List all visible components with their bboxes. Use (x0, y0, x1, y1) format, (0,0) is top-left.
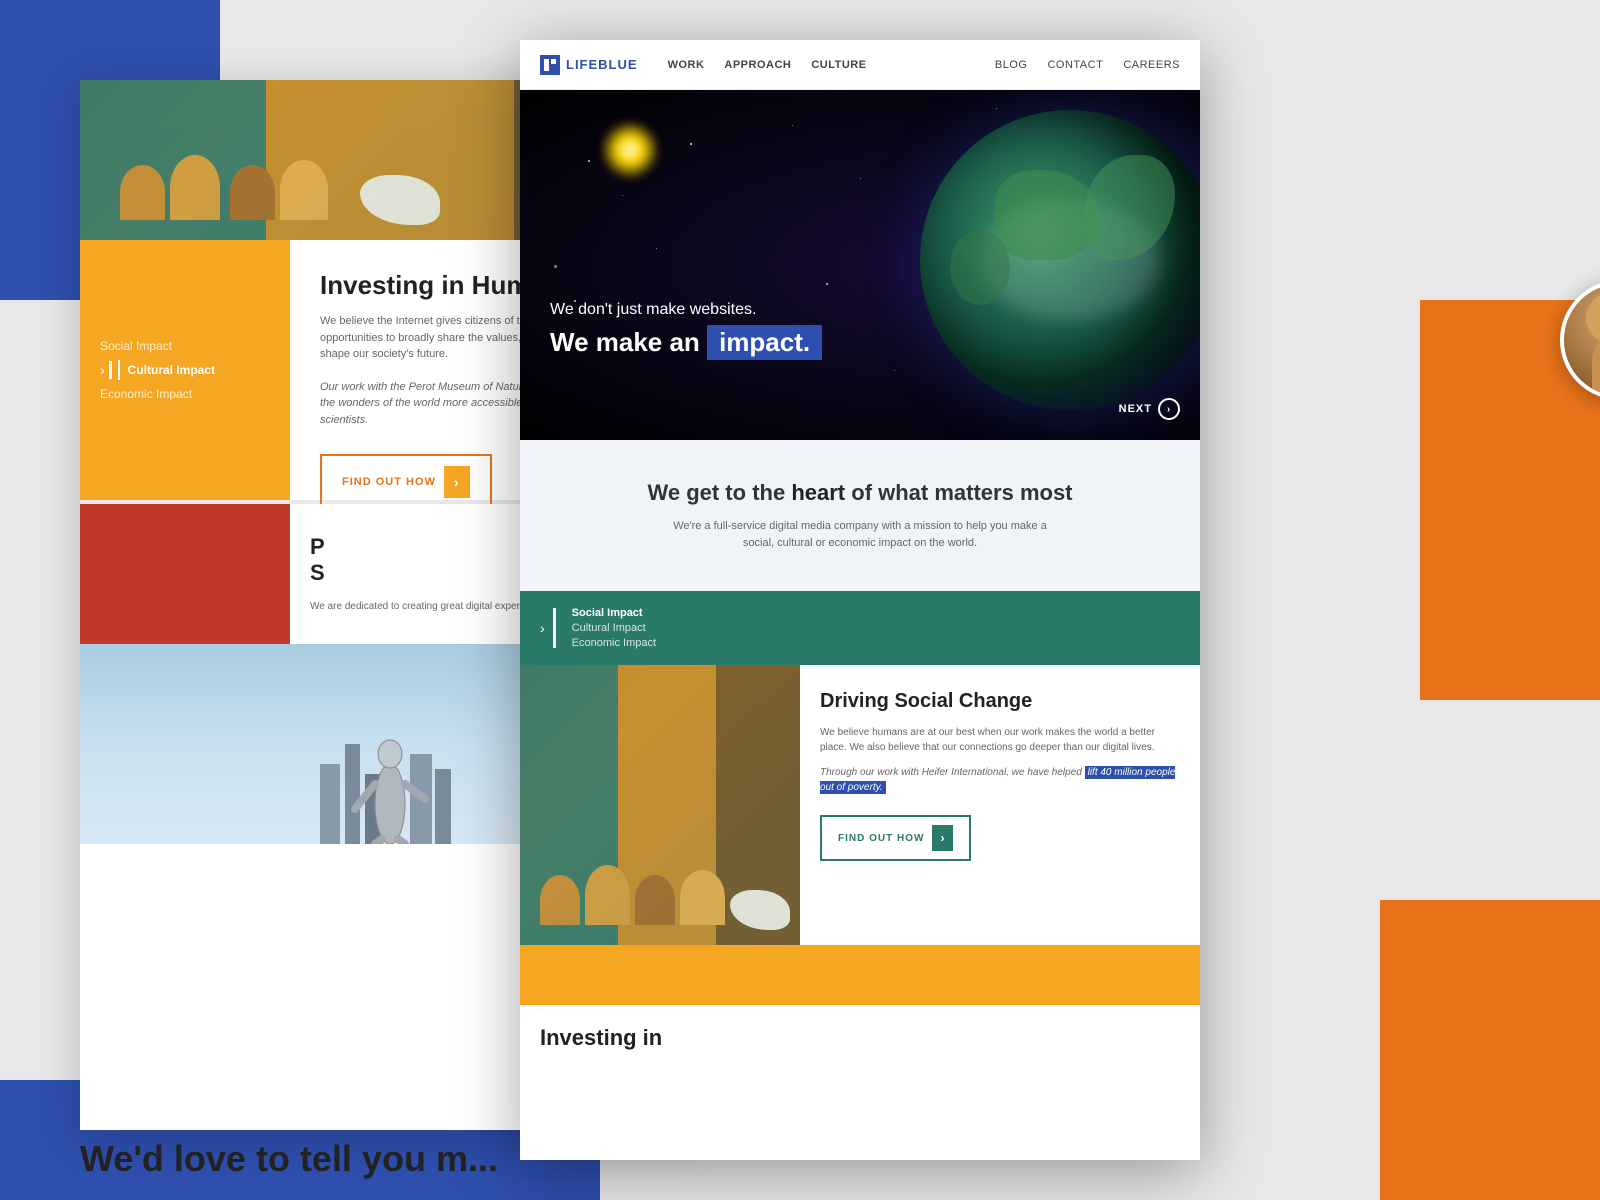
earth-visual (920, 110, 1200, 410)
logo-icon (540, 55, 560, 75)
nav-culture[interactable]: CULTURE (811, 59, 866, 71)
hero-text: We don't just make websites. We make an … (550, 301, 822, 360)
teal-nav-economic[interactable]: Economic Impact (572, 637, 656, 649)
sidebar-nav-yellow: Social Impact › Cultural Impact Economic… (80, 240, 290, 500)
impact-highlight: impact. (707, 325, 822, 360)
bottom-heading: We'd love to tell you m... (80, 1138, 498, 1180)
nav-arrow-cultural: › (100, 362, 105, 378)
investing-section: Investing in (520, 1005, 1200, 1061)
nav-right: BLOG CONTACT CAREERS (995, 59, 1180, 71)
hero-section: We don't just make websites. We make an … (520, 90, 1200, 440)
driving-highlight: lift 40 million people out of poverty. (820, 766, 1175, 794)
bg-orange-bottom-right (1380, 900, 1600, 1200)
hero-subtitle: We don't just make websites. (550, 301, 822, 319)
sun-glow (600, 120, 660, 180)
navbar: LIFEBLUE WORK APPROACH CULTURE BLOG CONT… (520, 40, 1200, 90)
nav-links: WORK APPROACH CULTURE (668, 59, 995, 71)
nav-contact[interactable]: CONTACT (1047, 59, 1103, 71)
sidebar-item-economic[interactable]: Economic Impact (100, 384, 270, 404)
logo: LIFEBLUE (540, 55, 638, 75)
next-arrow-icon: › (1158, 398, 1180, 420)
logo-text: LIFEBLUE (566, 57, 638, 72)
find-out-button-yellow[interactable]: FIND OUT HOW › (320, 454, 492, 510)
heart-body: We're a full-service digital media compa… (670, 518, 1050, 551)
teal-arrow-icon: › (540, 620, 545, 636)
driving-arrow-icon: › (932, 825, 953, 851)
sidebar-item-cultural[interactable]: Cultural Impact (118, 360, 215, 380)
yellow-strip-bottom (520, 945, 1200, 1005)
hero-title: We make an impact. (550, 325, 822, 360)
driving-image (520, 665, 800, 945)
teal-nav-cultural[interactable]: Cultural Impact (572, 622, 656, 634)
teal-nav: Social Impact Cultural Impact Economic I… (572, 607, 656, 649)
driving-section: Driving Social Change We believe humans … (520, 665, 1200, 945)
driving-content: Driving Social Change We believe humans … (800, 665, 1200, 945)
sidebar-item-social[interactable]: Social Impact (100, 336, 270, 356)
teal-nav-social[interactable]: Social Impact (572, 607, 656, 619)
robot-svg (320, 644, 460, 844)
heart-heading: We get to the heart of what matters most (580, 480, 1140, 506)
teal-nav-section: › Social Impact Cultural Impact Economic… (520, 591, 1200, 665)
driving-find-button[interactable]: FIND OUT HOW › (820, 815, 971, 861)
investing-heading-front: Investing in (540, 1025, 1180, 1051)
arrow-icon: › (444, 466, 470, 498)
hero-bg (520, 90, 1200, 440)
nav-blog[interactable]: BLOG (995, 59, 1028, 71)
driving-quote: Through our work with Heifer Internation… (820, 765, 1180, 795)
nav-careers[interactable]: CAREERS (1123, 59, 1180, 71)
front-page: LIFEBLUE WORK APPROACH CULTURE BLOG CONT… (520, 40, 1200, 1160)
teal-divider (553, 608, 556, 648)
bottom-text: We'd love to tell you m... (80, 1138, 498, 1180)
nav-work[interactable]: WORK (668, 59, 705, 71)
heart-section: We get to the heart of what matters most… (520, 440, 1200, 591)
nav-approach[interactable]: APPROACH (724, 59, 791, 71)
driving-heading: Driving Social Change (820, 689, 1180, 713)
driving-body: We believe humans are at our best when o… (820, 725, 1180, 755)
next-button[interactable]: NEXT › (1119, 398, 1180, 420)
